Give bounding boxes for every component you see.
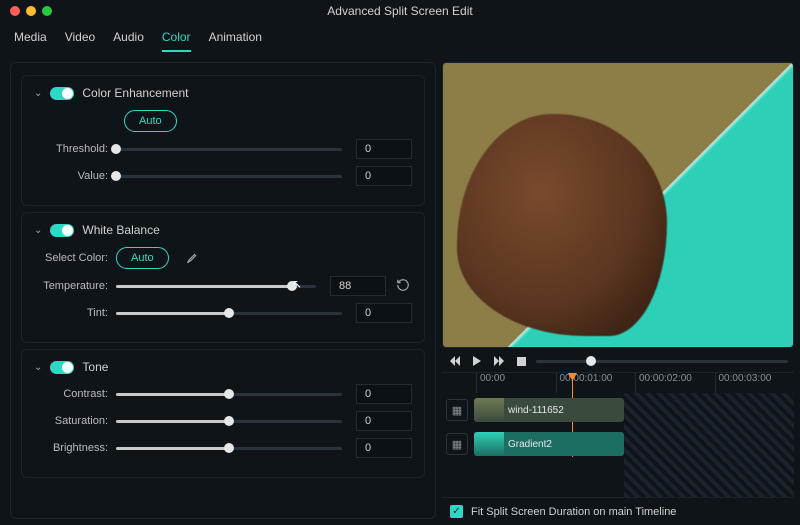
clip-label: wind-111652 xyxy=(508,405,564,416)
threshold-slider[interactable] xyxy=(116,142,342,156)
saturation-value[interactable]: 0 xyxy=(356,411,412,431)
title-bar: Advanced Split Screen Edit xyxy=(0,0,800,22)
section-title: Color Enhancement xyxy=(82,86,188,100)
close-icon[interactable] xyxy=(10,6,20,16)
tint-slider[interactable] xyxy=(116,306,342,320)
temperature-label: Temperature: xyxy=(34,280,116,292)
app-title: Advanced Split Screen Edit xyxy=(327,4,472,18)
tab-bar: Media Video Audio Color Animation xyxy=(0,22,800,58)
value-row: Value: 0 xyxy=(34,166,412,186)
playback-bar xyxy=(442,350,794,372)
brightness-slider[interactable] xyxy=(116,441,342,455)
section-title: White Balance xyxy=(82,223,159,237)
minimize-icon[interactable] xyxy=(26,6,36,16)
clip-label: Gradient2 xyxy=(508,439,552,450)
saturation-label: Saturation: xyxy=(34,415,116,427)
tab-media[interactable]: Media xyxy=(14,30,47,52)
value-label: Value: xyxy=(34,170,116,182)
stop-icon[interactable] xyxy=(514,354,528,368)
temperature-row: Temperature: ↖ 88 xyxy=(34,276,412,296)
next-frame-icon[interactable] xyxy=(492,354,506,368)
tint-label: Tint: xyxy=(34,307,116,319)
clip-thumbnail xyxy=(474,398,504,422)
toggle-tone[interactable] xyxy=(50,361,74,374)
value-slider[interactable] xyxy=(116,169,342,183)
wb-auto-button[interactable]: Auto xyxy=(116,247,169,269)
tint-value[interactable]: 0 xyxy=(356,303,412,323)
reset-icon[interactable] xyxy=(396,278,412,294)
temperature-slider[interactable]: ↖ xyxy=(116,279,316,293)
tab-animation[interactable]: Animation xyxy=(209,30,262,52)
temperature-value[interactable]: 88 xyxy=(330,276,386,296)
timeline: 00:00 00:00:01:00 00:00:02:00 00:00:03:0… xyxy=(442,372,794,525)
fit-bar: ✓ Fit Split Screen Duration on main Time… xyxy=(442,497,794,525)
fit-checkbox[interactable]: ✓ xyxy=(450,505,463,518)
track-icon[interactable]: ▦ xyxy=(446,433,468,455)
prev-frame-icon[interactable] xyxy=(448,354,462,368)
preview-timeline-panel: 00:00 00:00:01:00 00:00:02:00 00:00:03:0… xyxy=(442,58,800,525)
preview-content xyxy=(457,114,667,336)
collapse-icon[interactable]: ⌄ xyxy=(34,88,42,99)
ruler-tick: 00:00:03:00 xyxy=(715,373,795,393)
section-title: Tone xyxy=(82,360,108,374)
ruler-tick: 00:00:02:00 xyxy=(635,373,715,393)
threshold-row: Threshold: 0 xyxy=(34,139,412,159)
fit-label: Fit Split Screen Duration on main Timeli… xyxy=(471,506,676,518)
scrub-slider[interactable] xyxy=(536,360,788,363)
maximize-icon[interactable] xyxy=(42,6,52,16)
ruler-tick: 00:00 xyxy=(476,373,556,393)
collapse-icon[interactable]: ⌄ xyxy=(34,362,42,373)
section-white-balance: ⌄ White Balance Select Color: Auto Tempe… xyxy=(21,212,425,343)
clip[interactable]: wind-111652 xyxy=(474,398,624,422)
select-color-label: Select Color: xyxy=(34,252,116,264)
auto-button[interactable]: Auto xyxy=(124,110,177,132)
brightness-value[interactable]: 0 xyxy=(356,438,412,458)
brightness-label: Brightness: xyxy=(34,442,116,454)
tint-row: Tint: 0 xyxy=(34,303,412,323)
tab-audio[interactable]: Audio xyxy=(113,30,144,52)
saturation-slider[interactable] xyxy=(116,414,342,428)
contrast-label: Contrast: xyxy=(34,388,116,400)
video-preview[interactable] xyxy=(442,62,794,348)
track-row: ▦ Gradient2 xyxy=(446,430,794,458)
eyedropper-icon[interactable] xyxy=(183,250,199,266)
section-color-enhancement: ⌄ Color Enhancement Auto Threshold: 0 xyxy=(21,75,425,206)
toggle-color-enhancement[interactable] xyxy=(50,87,74,100)
threshold-label: Threshold: xyxy=(34,143,116,155)
track-row: ▦ wind-111652 xyxy=(446,396,794,424)
value-value[interactable]: 0 xyxy=(356,166,412,186)
contrast-value[interactable]: 0 xyxy=(356,384,412,404)
play-icon[interactable] xyxy=(470,354,484,368)
collapse-icon[interactable]: ⌄ xyxy=(34,225,42,236)
ruler-tick: 00:00:01:00 xyxy=(556,373,636,393)
toggle-white-balance[interactable] xyxy=(50,224,74,237)
section-tone: ⌄ Tone Contrast: 0 Saturation: 0 Brightn… xyxy=(21,349,425,478)
window-controls xyxy=(10,6,52,16)
tab-video[interactable]: Video xyxy=(65,30,95,52)
threshold-value[interactable]: 0 xyxy=(356,139,412,159)
clip[interactable]: Gradient2 xyxy=(474,432,624,456)
clip-thumbnail xyxy=(474,432,504,456)
properties-panel: ⌄ Color Enhancement Auto Threshold: 0 xyxy=(10,62,436,519)
tab-color[interactable]: Color xyxy=(162,30,191,52)
track-icon[interactable]: ▦ xyxy=(446,399,468,421)
time-ruler[interactable]: 00:00 00:00:01:00 00:00:02:00 00:00:03:0… xyxy=(442,373,794,393)
contrast-slider[interactable] xyxy=(116,387,342,401)
